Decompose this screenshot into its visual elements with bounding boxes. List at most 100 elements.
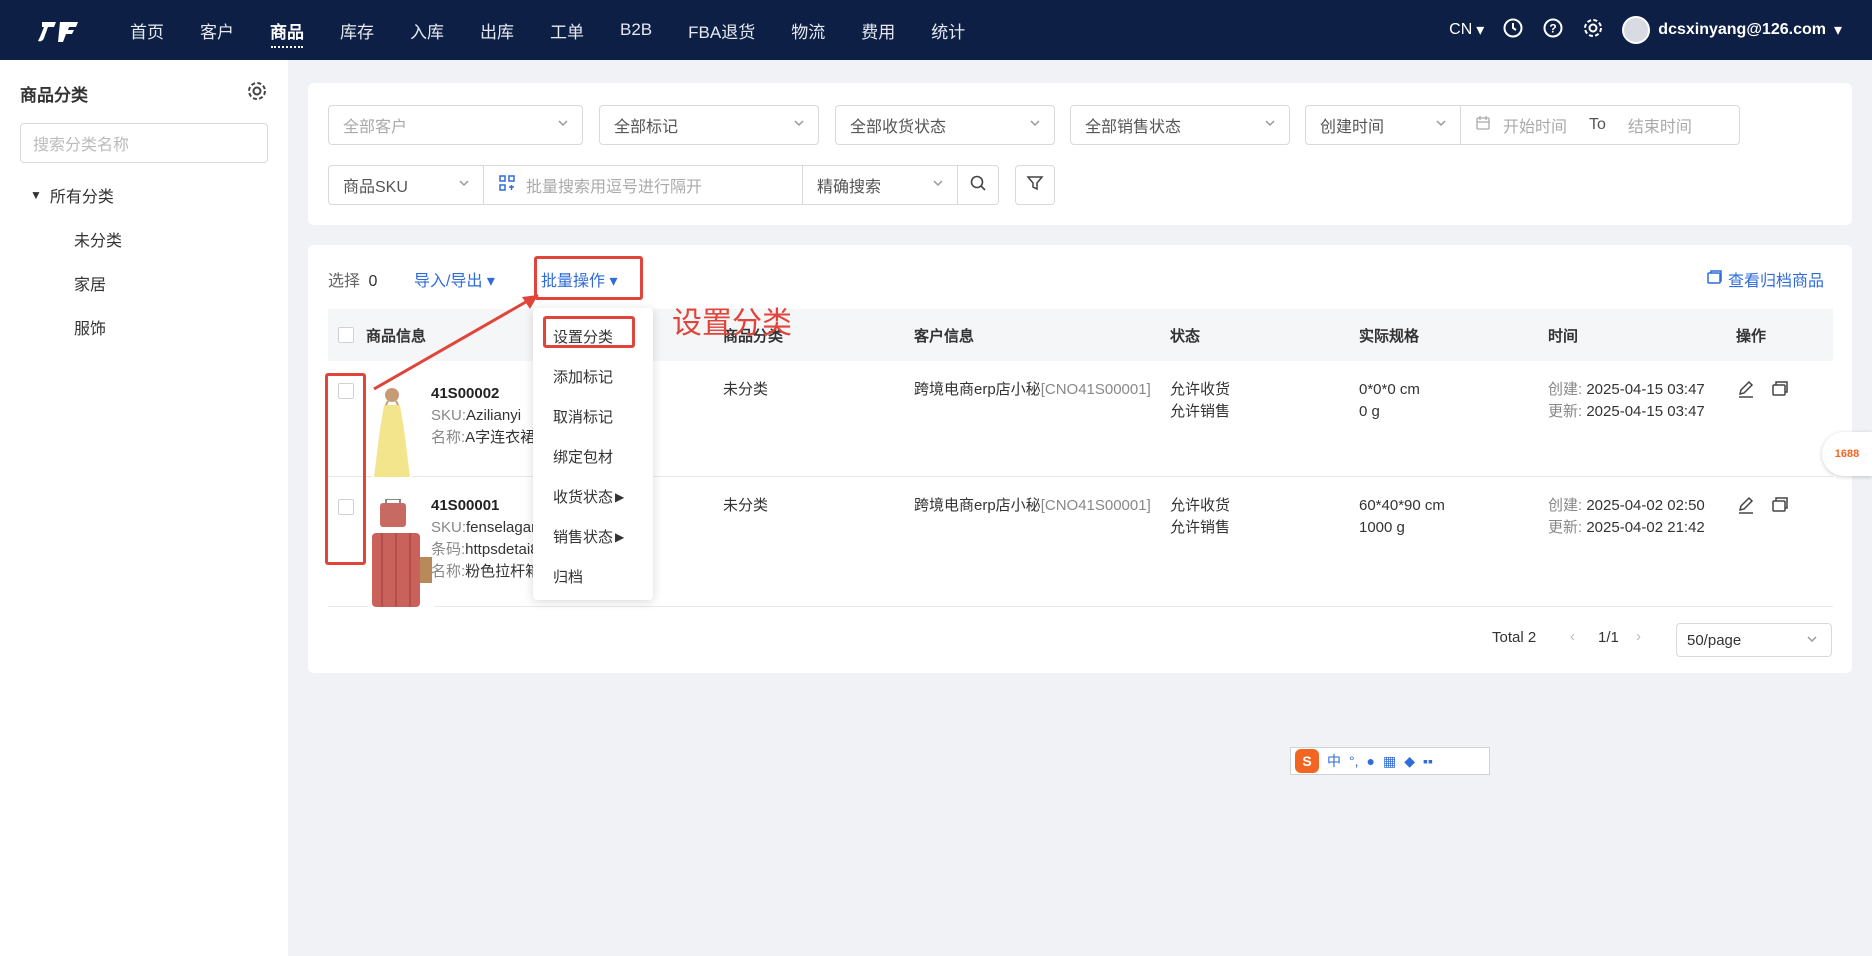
- tree-item-home[interactable]: 家居: [74, 271, 268, 295]
- batch-search-icon[interactable]: [498, 174, 516, 197]
- receive-status-value: 全部收货状态: [850, 119, 947, 136]
- clock-icon[interactable]: [1502, 17, 1524, 44]
- filter-panel: 全部客户 全部标记 全部收货状态 全部销售状态 创建时间 开始时间 To 结束时…: [308, 83, 1852, 225]
- nav-inventory[interactable]: 库存: [322, 0, 392, 60]
- batch-search-placeholder: 批量搜索用逗号进行隔开: [526, 179, 703, 196]
- product-name: 粉色拉杆箱: [465, 563, 541, 580]
- mark-select[interactable]: 全部标记: [599, 105, 819, 145]
- nav-stats[interactable]: 统计: [913, 0, 983, 60]
- chevron-down-icon: [1434, 116, 1448, 135]
- archive-icon[interactable]: [1770, 495, 1790, 520]
- user-menu[interactable]: dcsxinyang@126.com ▾: [1622, 16, 1842, 44]
- nav-b2b[interactable]: B2B: [602, 0, 670, 60]
- caret-down-icon[interactable]: ▼: [30, 188, 42, 202]
- dimensions: 0*0*0 cm: [1359, 381, 1420, 398]
- help-icon[interactable]: ?: [1542, 17, 1564, 44]
- weight: 0 g: [1359, 403, 1380, 420]
- match-mode-select[interactable]: 精确搜索: [802, 165, 958, 205]
- chevron-down-icon: [1028, 116, 1042, 135]
- avatar: [1622, 16, 1651, 44]
- filter-icon: [1026, 174, 1044, 197]
- archive-icon[interactable]: [1770, 379, 1790, 404]
- product-thumbnail-suitcase[interactable]: [368, 498, 434, 607]
- nav-logistics[interactable]: 物流: [773, 0, 843, 60]
- highlight-batch-ops: [534, 256, 643, 300]
- keyboard-icon[interactable]: ▦: [1383, 753, 1396, 770]
- nav-tickets[interactable]: 工单: [532, 0, 602, 60]
- sale-status-select[interactable]: 全部销售状态: [1070, 105, 1290, 145]
- page-size-select[interactable]: 50/page: [1676, 623, 1832, 657]
- search-field-select[interactable]: 商品SKU: [328, 165, 484, 205]
- nav-fees[interactable]: 费用: [843, 0, 913, 60]
- menu-item-label: 收货状态: [553, 489, 614, 506]
- advanced-filter-button[interactable]: [1015, 165, 1055, 205]
- side-badge-1688[interactable]: 1688: [1822, 432, 1872, 476]
- customer-code: [CNO41S00001]: [1040, 497, 1151, 514]
- caret-down-icon: ▾: [1833, 22, 1842, 39]
- language-select[interactable]: CN ▾: [1449, 20, 1484, 40]
- edit-icon[interactable]: [1736, 379, 1756, 404]
- receive-status: 允许收货: [1170, 497, 1231, 514]
- prev-page-icon[interactable]: ‹: [1570, 628, 1575, 645]
- sku-label: SKU:: [431, 519, 467, 536]
- date-range-picker[interactable]: 开始时间 To 结束时间: [1460, 105, 1740, 145]
- search-icon: [969, 174, 987, 197]
- spec-cell: 0*0*0 cm 0 g: [1359, 379, 1420, 423]
- skin-icon[interactable]: ◆: [1404, 753, 1415, 770]
- microphone-icon[interactable]: ●: [1367, 753, 1375, 769]
- nav-inbound[interactable]: 入库: [392, 0, 462, 60]
- user-email: dcsxinyang@126.com: [1658, 21, 1826, 38]
- top-right-tools: CN ▾ ? dcsxinyang@126.com ▾: [1449, 0, 1842, 60]
- gear-icon[interactable]: [246, 80, 268, 107]
- batch-search-input[interactable]: 批量搜索用逗号进行隔开: [483, 165, 803, 205]
- search-button[interactable]: [957, 165, 999, 205]
- tree-item-uncategorized[interactable]: 未分类: [74, 227, 268, 251]
- menu-item-receive-status[interactable]: 收货状态 ▶: [553, 486, 624, 507]
- menu-item-add-mark[interactable]: 添加标记: [553, 366, 613, 387]
- settings-gear-icon[interactable]: [1582, 17, 1604, 44]
- edit-icon[interactable]: [1736, 495, 1756, 520]
- nav-customer[interactable]: 客户: [182, 0, 252, 60]
- product-thumbnail-dress[interactable]: [372, 383, 412, 477]
- nav-outbound[interactable]: 出库: [462, 0, 532, 60]
- next-page-icon[interactable]: ›: [1636, 628, 1641, 645]
- sogou-s-icon[interactable]: S: [1295, 749, 1319, 773]
- menu-item-remove-mark[interactable]: 取消标记: [553, 406, 613, 427]
- select-all-checkbox[interactable]: [338, 327, 354, 343]
- th-spec: 实际规格: [1359, 328, 1420, 345]
- annotation-arrow: [373, 293, 539, 391]
- view-archived-link[interactable]: 查看归档商品: [1706, 267, 1824, 291]
- customer-select-value: 全部客户: [343, 119, 408, 136]
- nav-products[interactable]: 商品: [252, 0, 322, 60]
- updated-label: 更新:: [1548, 403, 1583, 420]
- svg-text:?: ?: [1550, 21, 1557, 35]
- tree-item-all[interactable]: ▼ 所有分类: [30, 183, 268, 207]
- sale-status-value: 全部销售状态: [1085, 119, 1182, 136]
- ime-toolbar: S 中 °, ● ▦ ◆ ▪▪: [1290, 747, 1490, 775]
- pagination-total: Total 2: [1492, 629, 1537, 646]
- customer-select[interactable]: 全部客户: [328, 105, 583, 145]
- highlight-row-checkboxes: [325, 373, 366, 565]
- nav-fba-returns[interactable]: FBA退货: [670, 0, 773, 60]
- tree-item-apparel[interactable]: 服饰: [74, 315, 268, 339]
- nav-home[interactable]: 首页: [112, 0, 182, 60]
- category-search-input[interactable]: 搜索分类名称: [20, 123, 268, 163]
- product-category: 未分类: [723, 381, 769, 398]
- time-type-select[interactable]: 创建时间: [1305, 105, 1461, 145]
- receive-status-select[interactable]: 全部收货状态: [835, 105, 1055, 145]
- ime-lang[interactable]: 中: [1327, 751, 1341, 771]
- menu-item-archive[interactable]: 归档: [553, 566, 583, 587]
- receive-status: 允许收货: [1170, 381, 1231, 398]
- app-logo[interactable]: [20, 0, 100, 60]
- mark-select-value: 全部标记: [614, 119, 679, 136]
- menu-item-sale-status[interactable]: 销售状态 ▶: [553, 526, 624, 547]
- menu-item-label: 销售状态: [553, 529, 614, 546]
- sidebar-title: 商品分类: [20, 86, 88, 105]
- punctuation-icon[interactable]: °,: [1349, 753, 1359, 769]
- language-label: CN: [1449, 21, 1473, 38]
- th-status: 状态: [1170, 328, 1201, 345]
- apps-grid-icon[interactable]: ▪▪: [1423, 753, 1433, 769]
- sale-status: 允许销售: [1170, 519, 1231, 536]
- menu-item-bind-packaging[interactable]: 绑定包材: [553, 446, 613, 467]
- th-time: 时间: [1548, 328, 1579, 345]
